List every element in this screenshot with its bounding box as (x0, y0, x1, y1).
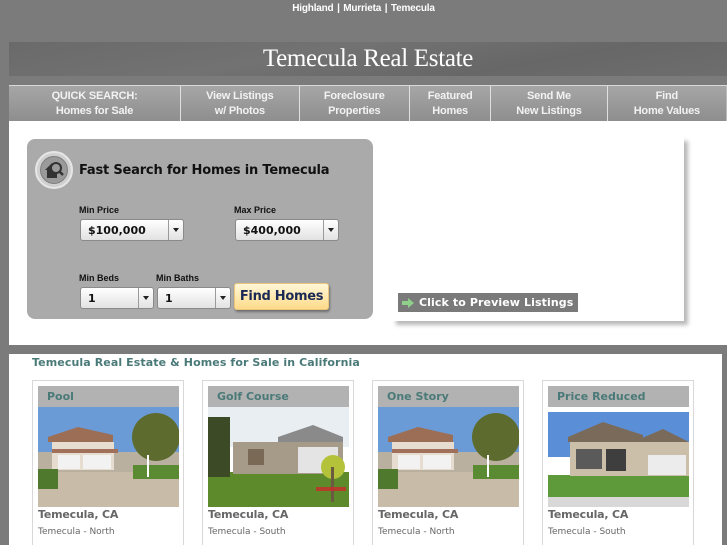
nav-label-line1: Find (655, 89, 679, 102)
green-arrow-icon (402, 297, 414, 308)
chevron-down-icon (323, 220, 338, 240)
search-title: Fast Search for Homes in Temecula (79, 163, 330, 178)
nav-label-line1: Send Me (527, 89, 571, 102)
min-price-value: $100,000 (88, 223, 146, 237)
min-beds-select[interactable]: 1 (80, 287, 154, 309)
nav-featured-homes[interactable]: Featured Homes (410, 86, 492, 121)
house-photo (548, 407, 689, 507)
listing-area: Temecula - South (208, 527, 286, 537)
city-links: Highland | Murrieta | Temecula (0, 3, 727, 14)
house-photo (208, 407, 349, 507)
city-link-temecula[interactable]: Temecula (391, 3, 435, 14)
preview-listings-button[interactable]: Click to Preview Listings (398, 293, 579, 312)
listing-card[interactable]: Pool Temecula, CA Temecula - North (32, 380, 184, 545)
featured-listings-section: Temecula Real Estate & Homes for Sale in… (9, 354, 722, 545)
listing-city: Temecula, CA (548, 508, 629, 521)
house-photo (378, 407, 519, 507)
nav-foreclosure[interactable]: Foreclosure Properties (299, 86, 411, 121)
nav-label-line2: Properties (328, 104, 381, 117)
nav-label-line2: Home Values (633, 104, 700, 117)
listing-area: Temecula - North (378, 527, 455, 537)
listing-category: Pool (38, 386, 179, 407)
nav-label-line2: w/ Photos (214, 104, 265, 117)
nav-label-line1: Foreclosure (323, 89, 385, 102)
listing-category: Price Reduced (548, 386, 689, 407)
nav-send-listings[interactable]: Send Me New Listings (491, 86, 608, 121)
listing-card[interactable]: Golf Course Temecula, CA Temecula - Sout… (202, 380, 354, 545)
min-price-select[interactable]: $100,000 (80, 219, 184, 241)
min-baths-select[interactable]: 1 (157, 287, 231, 309)
main-nav: QUICK SEARCH: Homes for Sale View Listin… (9, 85, 727, 121)
link-separator: | (337, 3, 340, 14)
max-price-label: Max Price (234, 205, 277, 215)
house-photo (38, 407, 179, 507)
nav-quick-search[interactable]: QUICK SEARCH: Homes for Sale (9, 86, 182, 121)
min-price-label: Min Price (79, 205, 120, 215)
site-title: Temecula Real Estate (262, 45, 474, 72)
chevron-down-icon (138, 288, 153, 308)
house-magnifier-icon (35, 151, 73, 189)
min-baths-value: 1 (165, 291, 173, 305)
listing-card[interactable]: One Story Temecula, CA Temecula - North (372, 380, 524, 545)
nav-view-listings[interactable]: View Listings w/ Photos (181, 86, 300, 121)
nav-label-line2: New Listings (516, 104, 582, 117)
max-price-select[interactable]: $400,000 (235, 219, 339, 241)
nav-label-line1: QUICK SEARCH: (51, 89, 138, 102)
nav-label-line2: Homes for Sale (55, 104, 134, 117)
link-separator: | (384, 3, 388, 14)
listing-city: Temecula, CA (378, 508, 459, 521)
listing-city: Temecula, CA (208, 508, 289, 521)
nav-label-line1: Featured (427, 89, 473, 102)
listing-preview-panel: Click to Preview Listings (392, 137, 684, 321)
chevron-down-icon (215, 288, 230, 308)
main-content: Fast Search for Homes in Temecula Min Pr… (9, 121, 727, 345)
listing-category: One Story (378, 386, 519, 407)
quick-search-form: Fast Search for Homes in Temecula Min Pr… (27, 139, 373, 319)
listing-area: Temecula - North (38, 527, 115, 537)
chevron-down-icon (168, 220, 183, 240)
site-banner: Temecula Real Estate (9, 42, 727, 76)
min-baths-label: Min Baths (156, 273, 200, 283)
listing-area: Temecula - South (548, 527, 626, 537)
nav-label-line2: Homes (432, 104, 468, 117)
listing-card[interactable]: Price Reduced Temecula, CA Temecula - So… (542, 380, 694, 545)
city-link-highland[interactable]: Highland (292, 3, 333, 14)
max-price-value: $400,000 (243, 223, 301, 237)
listings-heading: Temecula Real Estate & Homes for Sale in… (32, 356, 360, 369)
preview-listings-label: Click to Preview Listings (419, 296, 574, 309)
listing-city: Temecula, CA (38, 508, 119, 521)
listing-category: Golf Course (208, 386, 349, 407)
city-link-murrieta[interactable]: Murrieta (343, 3, 381, 14)
min-beds-label: Min Beds (79, 273, 120, 283)
nav-label-line1: View Listings (206, 89, 274, 102)
find-homes-button[interactable]: Find Homes (234, 283, 329, 310)
min-beds-value: 1 (88, 291, 96, 305)
nav-home-values[interactable]: Find Home Values (607, 86, 727, 121)
